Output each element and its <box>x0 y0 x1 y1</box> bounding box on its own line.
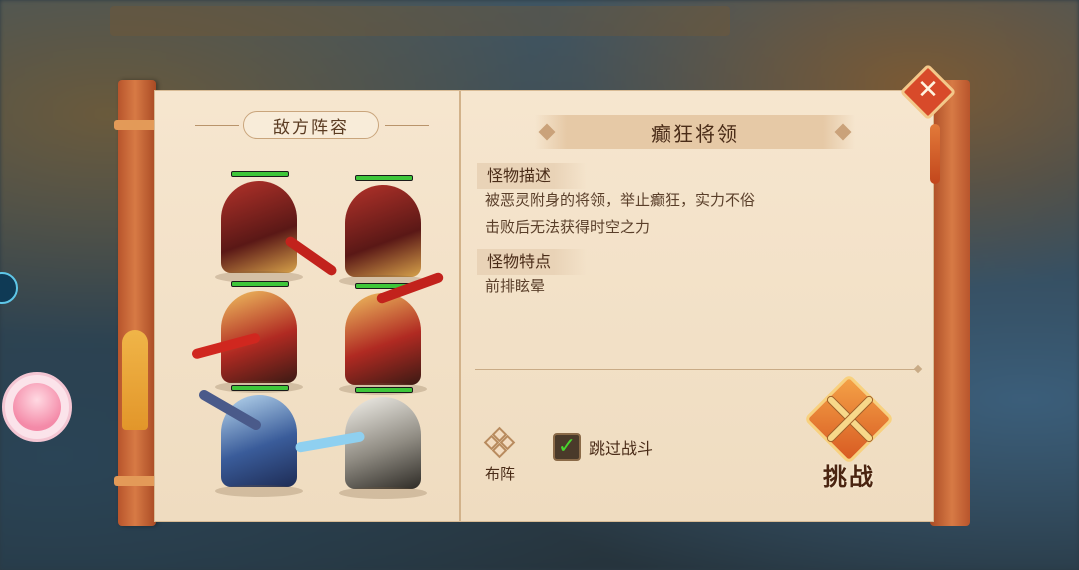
hero-sprite <box>221 181 297 273</box>
hp-bar <box>355 387 413 393</box>
hp-bar <box>231 281 289 287</box>
hero-shadow <box>215 485 303 497</box>
description-line-2: 击败后无法获得时空之力 <box>485 218 651 236</box>
hp-fill <box>356 176 412 180</box>
boss-name: 癫狂将领 <box>651 121 739 146</box>
hero-sprite <box>345 185 421 277</box>
hp-bar <box>231 171 289 177</box>
enemy-info-scroll: 敌方阵容 癫狂将领 怪物描述 被恶灵附身的将领，举止癫狂，实力不俗 击败后无法获… <box>114 80 970 526</box>
description-heading: 怪物描述 <box>477 163 587 189</box>
scroll-rod-left <box>114 80 160 526</box>
traits-heading: 怪物特点 <box>477 249 587 275</box>
enemy-hero-4[interactable] <box>335 271 445 395</box>
panel-divider <box>459 91 461 521</box>
enemy-hero-2[interactable] <box>335 175 431 287</box>
skip-battle-checkbox[interactable]: ✓ <box>553 433 581 461</box>
hp-bar <box>231 385 289 391</box>
skip-battle-label: 跳过战斗 <box>589 439 654 458</box>
boss-name-banner: 癫狂将领 <box>535 115 855 149</box>
formation-grid-icon <box>483 426 516 459</box>
enemy-hero-6[interactable] <box>294 387 431 499</box>
description-text: 被恶灵附身的将领，举止癫狂，实力不俗 击败后无法获得时空之力 <box>485 187 755 241</box>
close-tassel-ornament <box>930 124 940 184</box>
title-deco-right <box>385 125 429 126</box>
hero-sprite <box>345 397 421 489</box>
formation-label: 布阵 <box>484 465 515 483</box>
scroll-paper: 敌方阵容 癫狂将领 怪物描述 被恶灵附身的将领，举止癫狂，实力不俗 击败后无法获… <box>154 90 934 522</box>
formation-button[interactable]: 布阵 <box>477 426 523 484</box>
background-top-bar <box>110 6 730 36</box>
enemy-hero-1[interactable] <box>211 171 339 283</box>
hero-sprite <box>345 293 421 385</box>
enemy-lineup-title: 敌方阵容 <box>243 111 379 139</box>
challenge-label: 挑战 <box>823 463 875 491</box>
hero-shadow <box>339 487 427 499</box>
enemy-hero-3[interactable] <box>190 281 307 393</box>
challenge-button[interactable]: 挑战 <box>797 373 901 493</box>
avatar-face-icon <box>13 383 61 431</box>
close-icon[interactable]: ✕ <box>908 70 948 110</box>
traits-text: 前排眩晕 <box>485 277 546 295</box>
description-line-1: 被恶灵附身的将领，举止癫狂，实力不俗 <box>485 191 756 209</box>
player-avatar[interactable] <box>2 372 72 442</box>
title-deco-left <box>195 125 239 126</box>
tassel-ornament-icon <box>122 330 148 430</box>
hp-fill <box>232 172 288 176</box>
hp-fill <box>356 388 412 392</box>
skip-battle-toggle[interactable]: ✓ 跳过战斗 <box>553 433 653 461</box>
section-separator <box>475 369 915 370</box>
checkmark-icon: ✓ <box>557 434 577 459</box>
hp-bar <box>355 175 413 181</box>
hp-fill <box>232 282 288 286</box>
hp-fill <box>232 386 288 390</box>
enemy-hero-5[interactable] <box>197 385 307 497</box>
